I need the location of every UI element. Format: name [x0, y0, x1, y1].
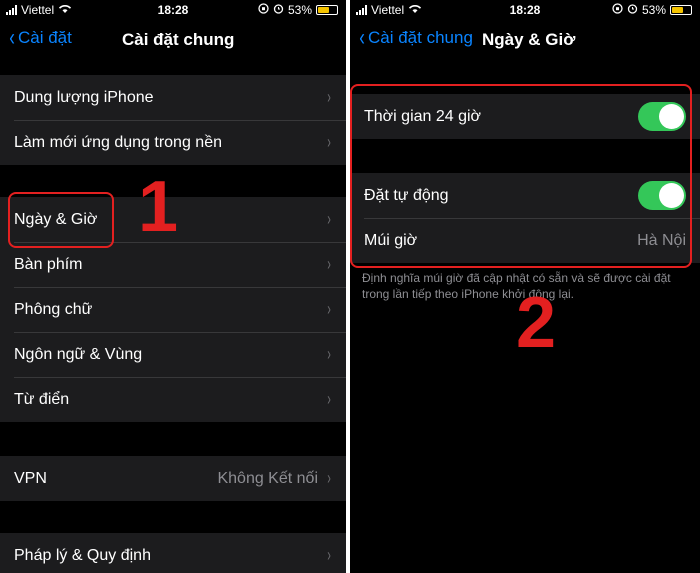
- row-dictionary[interactable]: Từ điển ›: [0, 377, 346, 422]
- back-label: Cài đặt chung: [368, 28, 473, 47]
- step-number-2: 2: [516, 283, 557, 363]
- row-keyboard[interactable]: Bàn phím ›: [0, 242, 346, 287]
- settings-group-vpn: VPN Không Kết nối ›: [0, 456, 346, 501]
- navigation-bar: ‹ Cài đặt Cài đặt chung: [0, 22, 346, 58]
- rotation-lock-icon: [612, 3, 623, 17]
- row-language-region[interactable]: Ngôn ngữ & Vùng ›: [0, 332, 346, 377]
- battery-percent: 53%: [287, 3, 312, 17]
- battery-icon: [670, 5, 692, 15]
- highlight-box-date-time: [8, 192, 114, 248]
- chevron-right-icon: ›: [327, 545, 331, 565]
- battery-percent: 53%: [641, 3, 666, 17]
- status-bar: Viettel 18:28 53%: [350, 0, 700, 20]
- chevron-right-icon: ›: [327, 389, 331, 409]
- back-button[interactable]: ‹ Cài đặt: [8, 24, 72, 51]
- step-number-1: 1: [138, 167, 179, 247]
- alarm-icon: [273, 3, 284, 17]
- highlight-box-settings: [350, 84, 692, 268]
- chevron-left-icon: ‹: [359, 24, 365, 51]
- chevron-right-icon: ›: [327, 87, 331, 107]
- settings-group-legal: Pháp lý & Quy định ›: [0, 533, 346, 573]
- back-label: Cài đặt: [18, 28, 72, 47]
- chevron-right-icon: ›: [327, 254, 331, 274]
- chevron-right-icon: ›: [327, 468, 331, 488]
- date-time-screen: Viettel 18:28 53% ‹ Cài đặt chung Ngày &…: [350, 0, 700, 573]
- rotation-lock-icon: [258, 3, 269, 17]
- chevron-right-icon: ›: [327, 132, 331, 152]
- vpn-status: Không Kết nối: [217, 469, 318, 487]
- chevron-left-icon: ‹: [9, 24, 15, 51]
- settings-group-storage: Dung lượng iPhone › Làm mới ứng dụng tron…: [0, 75, 346, 165]
- navigation-bar: ‹ Cài đặt chung Ngày & Giờ: [350, 22, 700, 58]
- chevron-right-icon: ›: [327, 344, 331, 364]
- alarm-icon: [627, 3, 638, 17]
- row-fonts[interactable]: Phông chữ ›: [0, 287, 346, 332]
- row-vpn[interactable]: VPN Không Kết nối ›: [0, 456, 346, 501]
- page-title: Ngày & Giờ: [482, 30, 576, 49]
- row-background-refresh[interactable]: Làm mới ứng dụng trong nền ›: [0, 120, 346, 165]
- row-legal[interactable]: Pháp lý & Quy định ›: [0, 533, 346, 573]
- chevron-right-icon: ›: [327, 299, 331, 319]
- chevron-right-icon: ›: [327, 209, 331, 229]
- battery-icon: [316, 5, 338, 15]
- row-iphone-storage[interactable]: Dung lượng iPhone ›: [0, 75, 346, 120]
- status-bar: Viettel 18:28 53%: [0, 0, 346, 20]
- back-button[interactable]: ‹ Cài đặt chung: [358, 24, 473, 51]
- general-settings-screen: Viettel 18:28 53% ‹ Cài đặt Cài đặt chun…: [0, 0, 346, 573]
- page-title: Cài đặt chung: [122, 30, 235, 49]
